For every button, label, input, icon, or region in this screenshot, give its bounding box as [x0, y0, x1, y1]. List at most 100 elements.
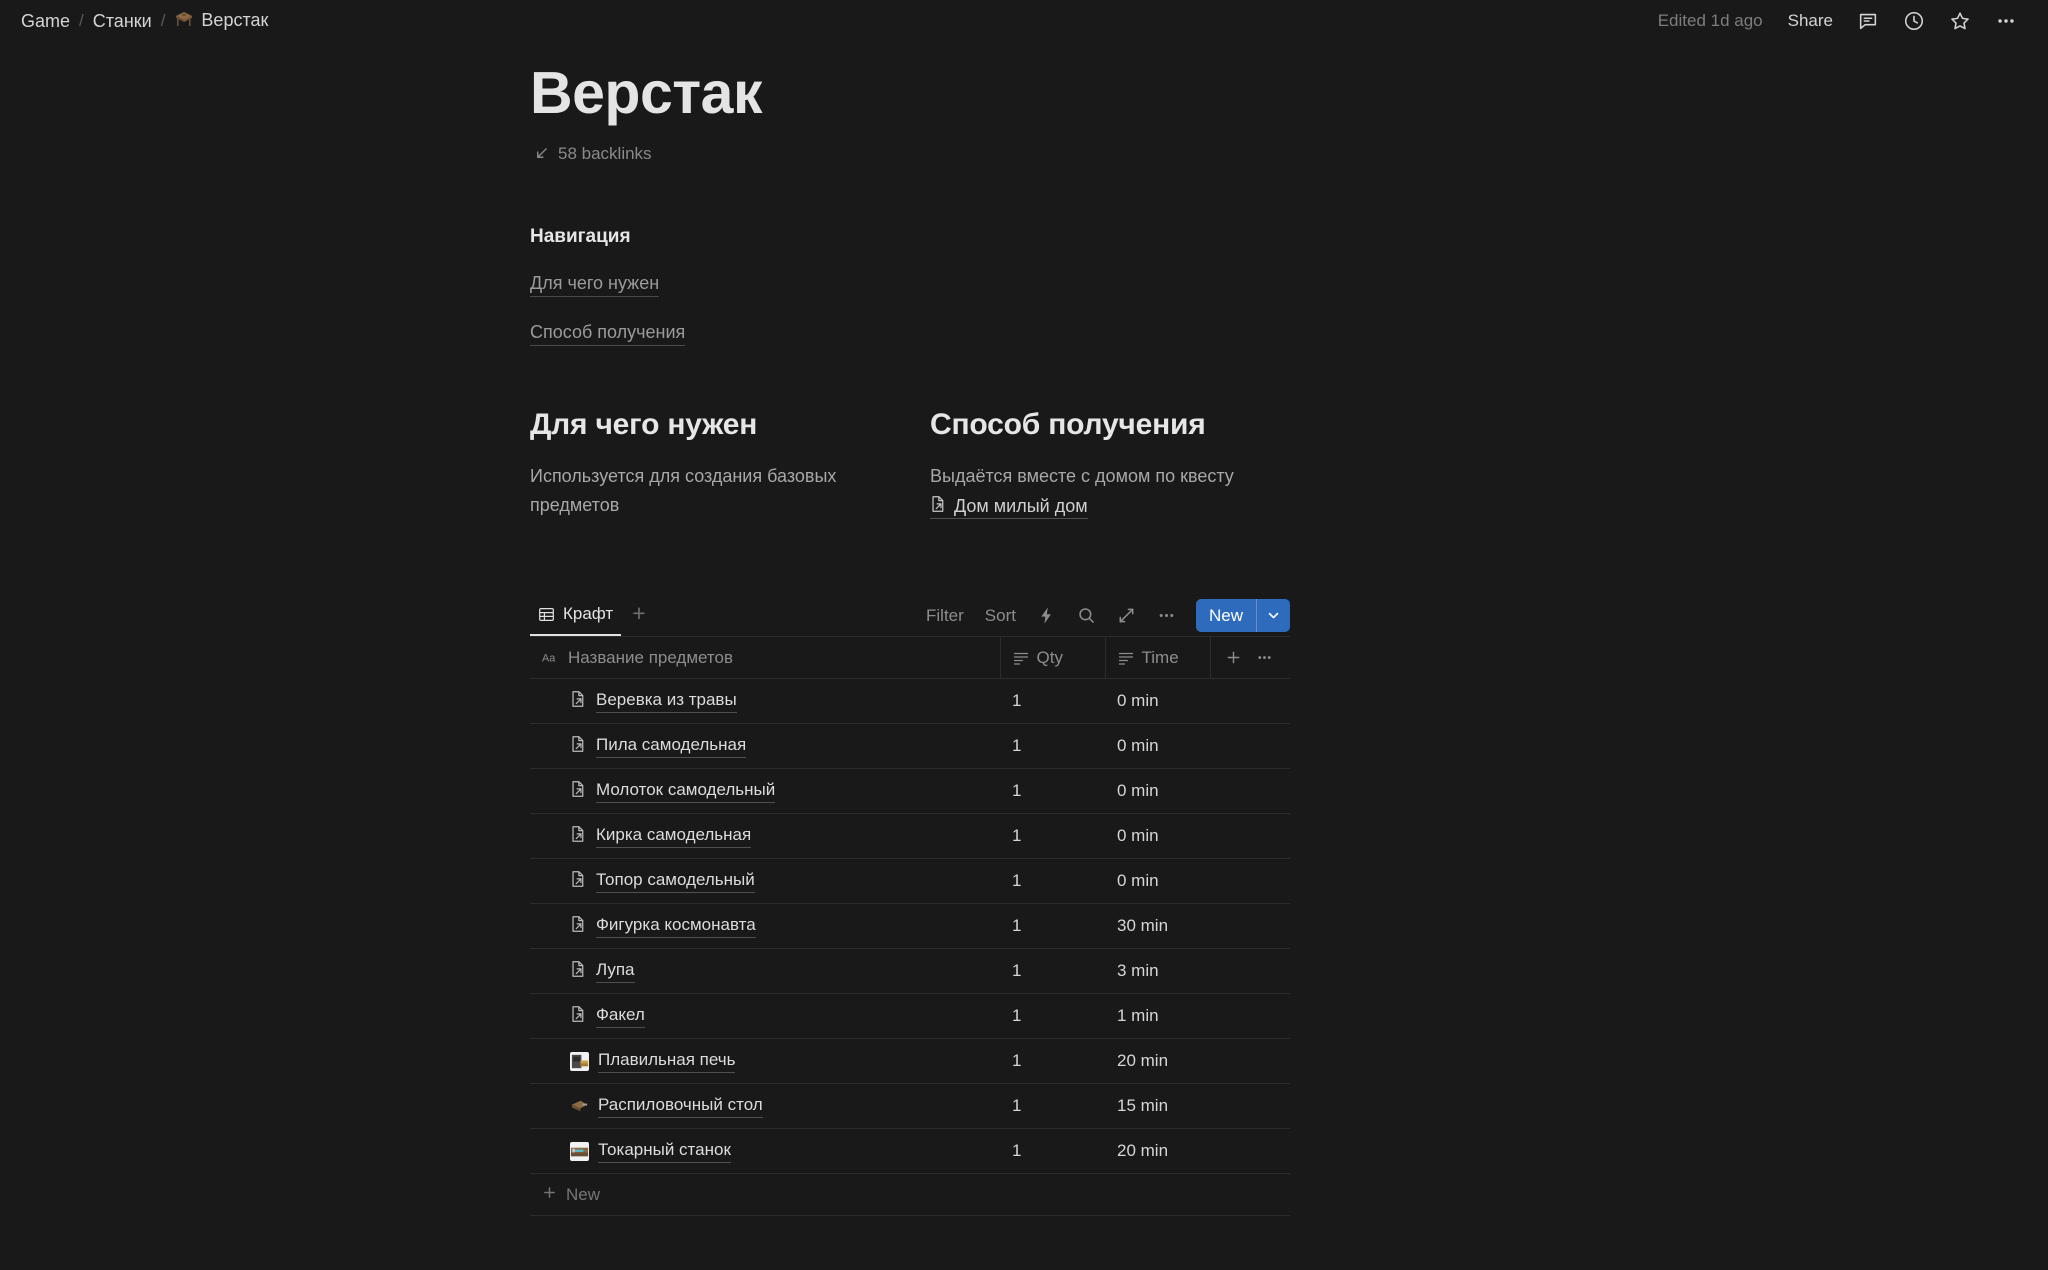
- cell-spacer: [1210, 678, 1290, 725]
- cell-time[interactable]: 3 min: [1105, 948, 1210, 995]
- cell-qty[interactable]: 1: [1000, 858, 1105, 905]
- nav-link-dlya-chego-nuzhen[interactable]: Для чего нужен: [530, 270, 660, 297]
- cell-qty[interactable]: 1: [1000, 993, 1105, 1040]
- page-link-icon: [930, 495, 947, 518]
- navigation-row: Для чего нужен: [530, 248, 1530, 297]
- comment-icon[interactable]: [1848, 6, 1888, 36]
- new-row-button[interactable]: New: [530, 1174, 1290, 1217]
- cell-time[interactable]: 1 min: [1105, 993, 1210, 1040]
- filter-button[interactable]: Filter: [917, 600, 973, 632]
- cell-time[interactable]: 0 min: [1105, 813, 1210, 860]
- row-title: Плавильная печь: [598, 1049, 736, 1074]
- table-row[interactable]: Молоток самодельный 1 0 min: [530, 768, 1290, 815]
- cell-time[interactable]: 20 min: [1105, 1038, 1210, 1085]
- cell-name[interactable]: Пила самодельная: [530, 723, 1000, 770]
- database-toolbar: Крафт + Filter Sort New: [530, 592, 1290, 637]
- column-header-time[interactable]: Time: [1104, 636, 1210, 680]
- lightning-icon[interactable]: [1028, 600, 1065, 632]
- table-row[interactable]: Кирка самодельная 1 0 min: [530, 813, 1290, 860]
- more-options-icon[interactable]: [1250, 646, 1279, 669]
- table-row[interactable]: Распиловочный стол 1 15 min: [530, 1083, 1290, 1130]
- column-heading: Для чего нужен: [530, 408, 758, 442]
- table-row[interactable]: Топор самодельный 1 0 min: [530, 858, 1290, 905]
- page-title[interactable]: Верстак: [530, 60, 1530, 128]
- sort-button[interactable]: Sort: [976, 600, 1025, 632]
- plus-icon: [542, 1185, 557, 1205]
- thumbnail-sawtable-icon: [570, 1096, 589, 1116]
- cell-time[interactable]: 30 min: [1105, 903, 1210, 950]
- cell-name[interactable]: Веревка из травы: [530, 678, 1000, 725]
- breadcrumb-item-verstak[interactable]: Верстак: [167, 7, 275, 36]
- table-row[interactable]: Факел 1 1 min: [530, 993, 1290, 1040]
- cell-spacer: [1210, 1128, 1290, 1175]
- new-row-label: New: [566, 1184, 601, 1204]
- cell-name[interactable]: Распиловочный стол: [530, 1083, 1000, 1130]
- thumbnail-lathe-icon: [570, 1141, 589, 1161]
- row-title: Топор самодельный: [596, 869, 755, 894]
- page-link-label: Дом милый дом: [954, 496, 1088, 517]
- breadcrumb-item-stanki[interactable]: Станки: [86, 8, 159, 35]
- cell-name[interactable]: Фигурка космонавта: [530, 903, 1000, 950]
- column-header-qty[interactable]: Qty: [999, 636, 1105, 680]
- cell-time[interactable]: 15 min: [1105, 1083, 1210, 1130]
- more-options-icon[interactable]: [1986, 6, 2026, 36]
- backlinks-button[interactable]: 58 backlinks: [530, 142, 656, 166]
- page-link-dom-milyy-dom[interactable]: Дом милый дом: [930, 495, 1088, 520]
- column-header-label: Time: [1141, 647, 1179, 667]
- page-link-icon: [570, 780, 587, 803]
- cell-qty[interactable]: 1: [1000, 768, 1105, 815]
- row-title: Фигурка космонавта: [596, 914, 756, 939]
- share-button[interactable]: Share: [1779, 6, 1842, 36]
- star-icon[interactable]: [1940, 6, 1980, 36]
- page-link-icon: [570, 825, 587, 848]
- cell-name[interactable]: Плавильная печь: [530, 1038, 1000, 1085]
- table-row[interactable]: Фигурка космонавта 1 30 min: [530, 903, 1290, 950]
- cell-name[interactable]: Топор самодельный: [530, 858, 1000, 905]
- cell-qty[interactable]: 1: [1000, 1038, 1105, 1085]
- page-link-icon: [570, 870, 587, 893]
- tab-kraft[interactable]: Крафт: [530, 598, 622, 637]
- history-clock-icon[interactable]: [1894, 6, 1934, 36]
- add-property-icon[interactable]: [1219, 646, 1248, 669]
- add-view-button[interactable]: +: [623, 600, 654, 635]
- cell-name[interactable]: Токарный станок: [530, 1128, 1000, 1175]
- cell-qty[interactable]: 1: [1000, 678, 1105, 725]
- column-header-actions: [1209, 636, 1290, 680]
- arrow-down-left-icon: [534, 146, 549, 161]
- expand-icon[interactable]: [1108, 600, 1145, 632]
- table-row[interactable]: Плавильная печь 1 20 min: [530, 1038, 1290, 1085]
- column-header-name[interactable]: Aa Название предметов: [530, 636, 1000, 680]
- cell-qty[interactable]: 1: [1000, 903, 1105, 950]
- cell-qty[interactable]: 1: [1000, 948, 1105, 995]
- cell-qty[interactable]: 1: [1000, 1083, 1105, 1130]
- thumbnail-furnace-icon: [570, 1051, 589, 1071]
- top-bar: Game / Станки / Верстак Edited 1d ago Sh…: [0, 0, 2048, 42]
- search-icon[interactable]: [1068, 600, 1105, 632]
- more-options-icon[interactable]: [1148, 600, 1185, 632]
- cell-name[interactable]: Факел: [530, 993, 1000, 1040]
- breadcrumb: Game / Станки / Верстак: [14, 7, 275, 36]
- table-row[interactable]: Пила самодельная 1 0 min: [530, 723, 1290, 770]
- breadcrumb-item-game[interactable]: Game: [14, 8, 77, 35]
- cell-time[interactable]: 0 min: [1105, 723, 1210, 770]
- table-row[interactable]: Токарный станок 1 20 min: [530, 1128, 1290, 1175]
- new-button[interactable]: New: [1196, 599, 1256, 632]
- cell-qty[interactable]: 1: [1000, 723, 1105, 770]
- two-column-section: Для чего нужен Используется для создания…: [530, 408, 1530, 520]
- cell-time[interactable]: 0 min: [1105, 768, 1210, 815]
- page-link-icon: [570, 690, 587, 713]
- cell-name[interactable]: Кирка самодельная: [530, 813, 1000, 860]
- cell-name[interactable]: Лупа: [530, 948, 1000, 995]
- nav-link-sposob-polucheniya[interactable]: Способ получения: [530, 319, 686, 347]
- cell-time[interactable]: 0 min: [1105, 678, 1210, 725]
- table-row[interactable]: Веревка из травы 1 0 min: [530, 678, 1290, 725]
- cell-time[interactable]: 0 min: [1105, 858, 1210, 905]
- cell-qty[interactable]: 1: [1000, 1128, 1105, 1175]
- table-row[interactable]: Лупа 1 3 min: [530, 948, 1290, 995]
- column-paragraph: Используется для создания базовых предме…: [530, 466, 837, 516]
- cell-qty[interactable]: 1: [1000, 813, 1105, 860]
- row-title: Факел: [596, 1004, 645, 1029]
- chevron-down-icon[interactable]: [1257, 599, 1290, 632]
- cell-name[interactable]: Молоток самодельный: [530, 768, 1000, 815]
- cell-time[interactable]: 20 min: [1105, 1128, 1210, 1175]
